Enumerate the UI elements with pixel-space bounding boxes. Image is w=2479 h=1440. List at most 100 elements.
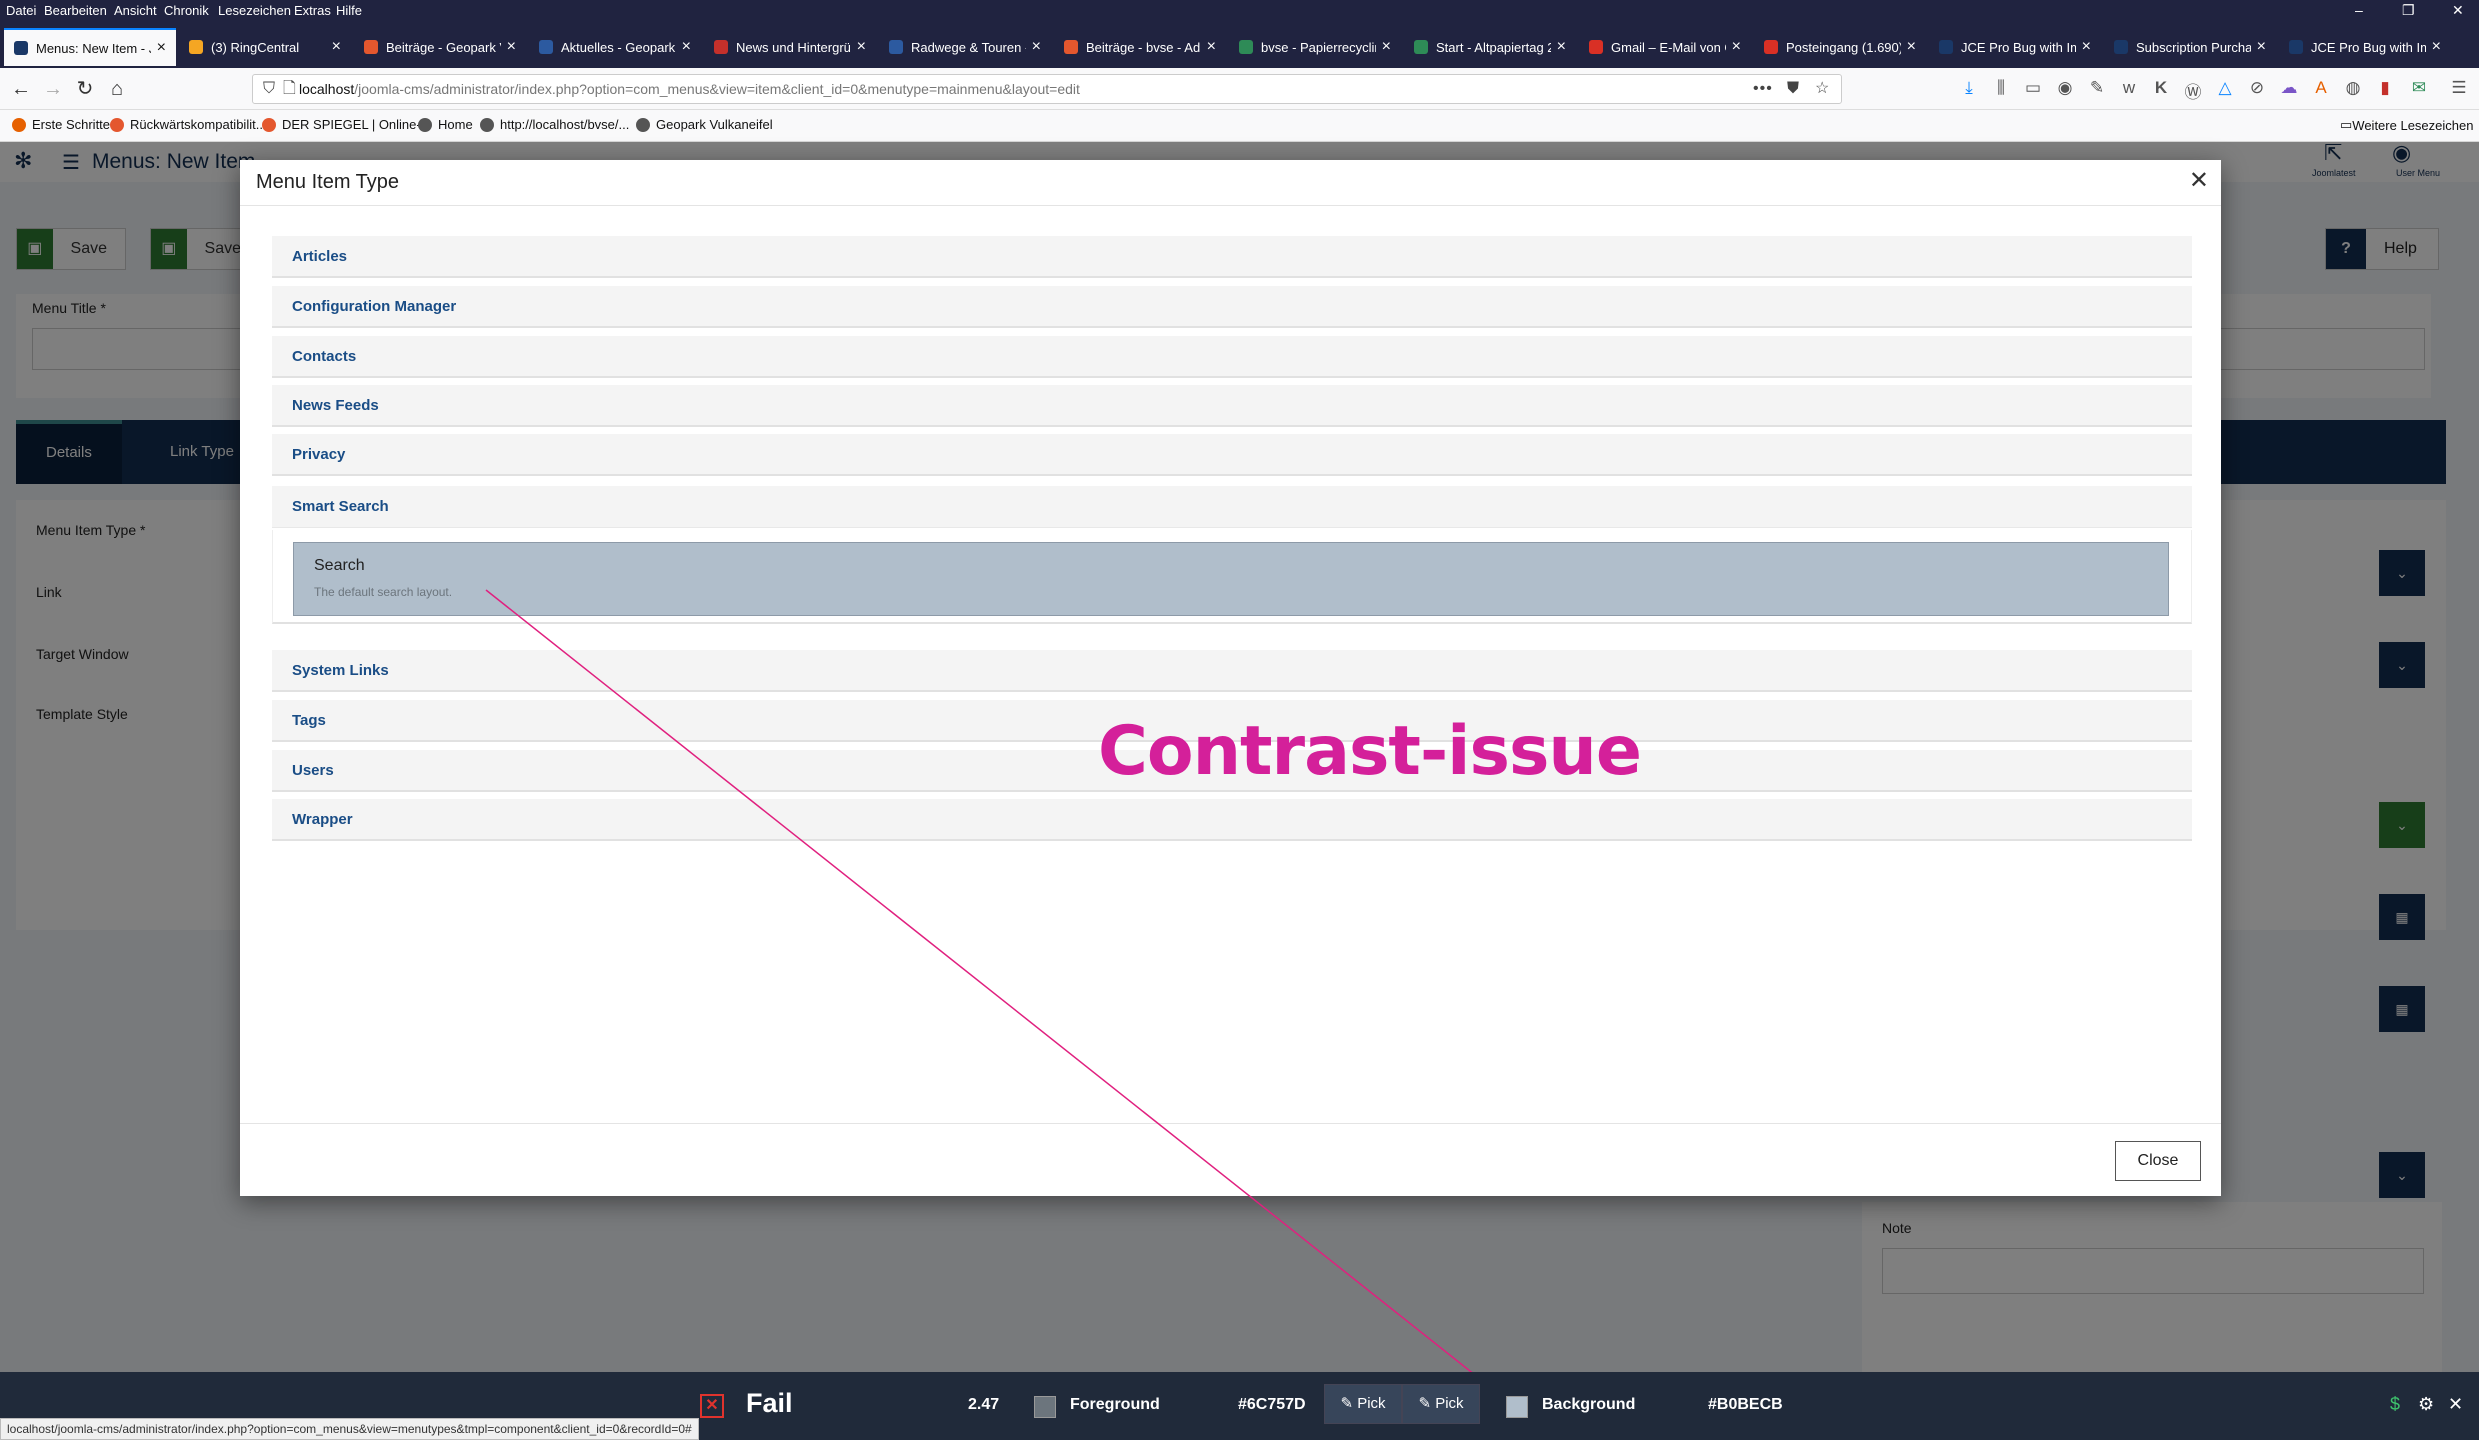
pocket-icon[interactable]: ⛊ — [1787, 75, 1799, 103]
browser-tab[interactable]: Start - Altpapiertag 20 × — [1404, 28, 1576, 66]
menu-bearbeiten[interactable]: Bearbeiten — [44, 3, 107, 18]
accordion-configuration-manager[interactable]: Configuration Manager — [272, 286, 2192, 328]
eyedropper-icon: ✎ — [1418, 1395, 1436, 1412]
close-button[interactable]: Close — [2115, 1141, 2201, 1181]
accordion-wrapper[interactable]: Wrapper — [272, 799, 2192, 841]
accordion-news-feeds[interactable]: News Feeds — [272, 385, 2192, 427]
browser-tab[interactable]: (3) RingCentral × — [179, 28, 351, 66]
tab-label: Beiträge - Geopark Vu — [386, 39, 501, 55]
bookmark-item[interactable]: Geopark Vulkaneifel — [636, 117, 773, 132]
browser-tab[interactable]: JCE Pro Bug with Ima × — [1929, 28, 2101, 66]
tab-close-icon[interactable]: × — [1557, 38, 1566, 56]
accordion-smart-search[interactable]: Smart Search — [272, 486, 2192, 528]
tracking-shield-icon[interactable]: ⛉ — [263, 75, 275, 103]
menu-chronik[interactable]: Chronik — [164, 3, 209, 18]
bookmark-item[interactable]: DER SPIEGEL | Online-... — [262, 117, 432, 132]
tab-close-icon[interactable]: × — [682, 38, 691, 56]
browser-tab[interactable]: JCE Pro Bug with Ima × — [2279, 28, 2451, 66]
tab-close-icon[interactable]: × — [332, 38, 341, 56]
browser-tab[interactable]: Beiträge - Geopark Vu × — [354, 28, 526, 66]
browser-tab[interactable]: Posteingang (1.690) × — [1754, 28, 1926, 66]
bookmark-item[interactable]: Erste Schritte — [12, 117, 110, 132]
search-menu-type-item[interactable]: Search The default search layout. — [293, 542, 2169, 616]
accordion-system-links[interactable]: System Links — [272, 650, 2192, 692]
background-hex[interactable]: #B0BECB — [1708, 1396, 1783, 1414]
extension-wave-icon[interactable]: ☁ — [2278, 78, 2300, 98]
url-bar[interactable]: ⛉ 🗋 localhost/joomla-cms/administrator/i… — [252, 74, 1842, 104]
bookmark-label: Rückwärtskompatibilit... — [130, 117, 267, 132]
browser-tab[interactable]: Beiträge - bvse - Adm × — [1054, 28, 1226, 66]
library-icon[interactable]: ⫼ — [1990, 78, 2012, 98]
menu-hilfe[interactable]: Hilfe — [336, 3, 362, 18]
settings-sliders-icon[interactable]: ⚙ — [2418, 1394, 2434, 1415]
fail-x-icon: ✕ — [700, 1394, 724, 1418]
sidebar-icon[interactable]: ▭ — [2022, 78, 2044, 98]
accordion-privacy[interactable]: Privacy — [272, 434, 2192, 476]
minimize-icon[interactable]: – — [2355, 2, 2363, 18]
extension-circle-icon[interactable]: ⊘ — [2246, 78, 2268, 98]
account-icon[interactable]: ◉ — [2054, 78, 2076, 98]
accordion-articles[interactable]: Articles — [272, 236, 2192, 278]
hamburger-menu-icon[interactable]: ☰ — [2448, 78, 2470, 98]
browser-tab[interactable]: Menus: New Item - Jo × — [4, 28, 176, 66]
tab-close-icon[interactable]: × — [1907, 38, 1916, 56]
browser-tab[interactable]: bvse - Papierrecycling × — [1229, 28, 1401, 66]
bookmark-item[interactable]: Home — [418, 117, 473, 132]
reload-icon[interactable]: ↻ — [72, 76, 98, 102]
tab-favicon-icon — [364, 40, 378, 54]
foreground-label: Foreground — [1070, 1396, 1160, 1413]
browser-tab[interactable]: Gmail – E-Mail von G × — [1579, 28, 1751, 66]
tab-favicon-icon — [2289, 40, 2303, 54]
forward-icon[interactable]: → — [40, 76, 66, 102]
menu-extras[interactable]: Extras — [294, 3, 331, 18]
foreground-hex[interactable]: #6C757D — [1238, 1396, 1306, 1414]
folder-icon: ▭ — [2340, 117, 2353, 132]
other-bookmarks[interactable]: ▭ Weitere Lesezeichen — [2340, 117, 2473, 133]
extension-badge-icon[interactable]: ✉ — [2408, 78, 2430, 98]
tab-close-icon[interactable]: × — [1207, 38, 1216, 56]
bookmark-label: Geopark Vulkaneifel — [656, 117, 773, 132]
dollar-icon[interactable]: $ — [2390, 1394, 2400, 1415]
tab-close-icon[interactable]: × — [2082, 38, 2091, 56]
extension-red-icon[interactable]: ▮ — [2374, 78, 2396, 98]
checker-close-icon[interactable]: ✕ — [2448, 1394, 2463, 1415]
accordion-contacts[interactable]: Contacts — [272, 336, 2192, 378]
tab-close-icon[interactable]: × — [2257, 38, 2266, 56]
pick-foreground-button[interactable]: ✎ Pick — [1324, 1384, 1402, 1424]
browser-tab[interactable]: Subscription Purchas × — [2104, 28, 2276, 66]
extension-a-icon[interactable]: A — [2310, 78, 2332, 98]
tab-close-icon[interactable]: × — [507, 38, 516, 56]
browser-tab[interactable]: Radwege & Touren - Geo × — [879, 28, 1051, 66]
bookmark-star-icon[interactable]: ☆ — [1815, 75, 1829, 103]
menu-datei[interactable]: Datei — [6, 3, 36, 18]
window-close-icon[interactable]: ✕ — [2452, 2, 2464, 19]
tab-close-icon[interactable]: × — [1382, 38, 1391, 56]
extension-triangle-icon[interactable]: △ — [2214, 78, 2236, 98]
tab-close-icon[interactable]: × — [157, 39, 166, 57]
browser-tab[interactable]: Aktuelles - Geopark Vulka × — [529, 28, 701, 66]
restore-icon[interactable]: ❐ — [2402, 2, 2415, 19]
page-info-icon[interactable]: 🗋 — [283, 75, 296, 103]
status-url-tooltip: localhost/joomla-cms/administrator/index… — [0, 1418, 699, 1440]
menu-lesezeichen[interactable]: Lesezeichen — [218, 3, 291, 18]
pick-foreground-alt-button[interactable]: ✎ Pick — [1402, 1384, 1480, 1424]
modal-close-icon[interactable]: ✕ — [2189, 169, 2209, 193]
extension-k-icon[interactable]: K — [2150, 78, 2172, 98]
download-icon[interactable]: ⤓ — [1958, 78, 1980, 98]
extension-globe-icon[interactable]: ◍ — [2342, 78, 2364, 98]
browser-tab[interactable]: News und Hintergrün × — [704, 28, 876, 66]
tab-close-icon[interactable]: × — [1732, 38, 1741, 56]
bookmark-favicon-icon — [636, 117, 650, 132]
menu-ansicht[interactable]: Ansicht — [114, 3, 157, 18]
home-icon[interactable]: ⌂ — [104, 76, 130, 102]
pen-icon[interactable]: ✎ — [2086, 78, 2108, 98]
back-icon[interactable]: ← — [8, 76, 34, 102]
tab-close-icon[interactable]: × — [857, 38, 866, 56]
wordpress-icon[interactable]: Ⓦ — [2182, 78, 2204, 103]
tab-close-icon[interactable]: × — [1032, 38, 1041, 56]
tab-close-icon[interactable]: × — [2432, 38, 2441, 56]
extension-w-icon[interactable]: w — [2118, 78, 2140, 98]
bookmark-item[interactable]: http://localhost/bvse/... — [480, 117, 629, 132]
page-actions-icon[interactable]: ••• — [1753, 75, 1773, 103]
bookmark-item[interactable]: Rückwärtskompatibilit... — [110, 117, 267, 132]
